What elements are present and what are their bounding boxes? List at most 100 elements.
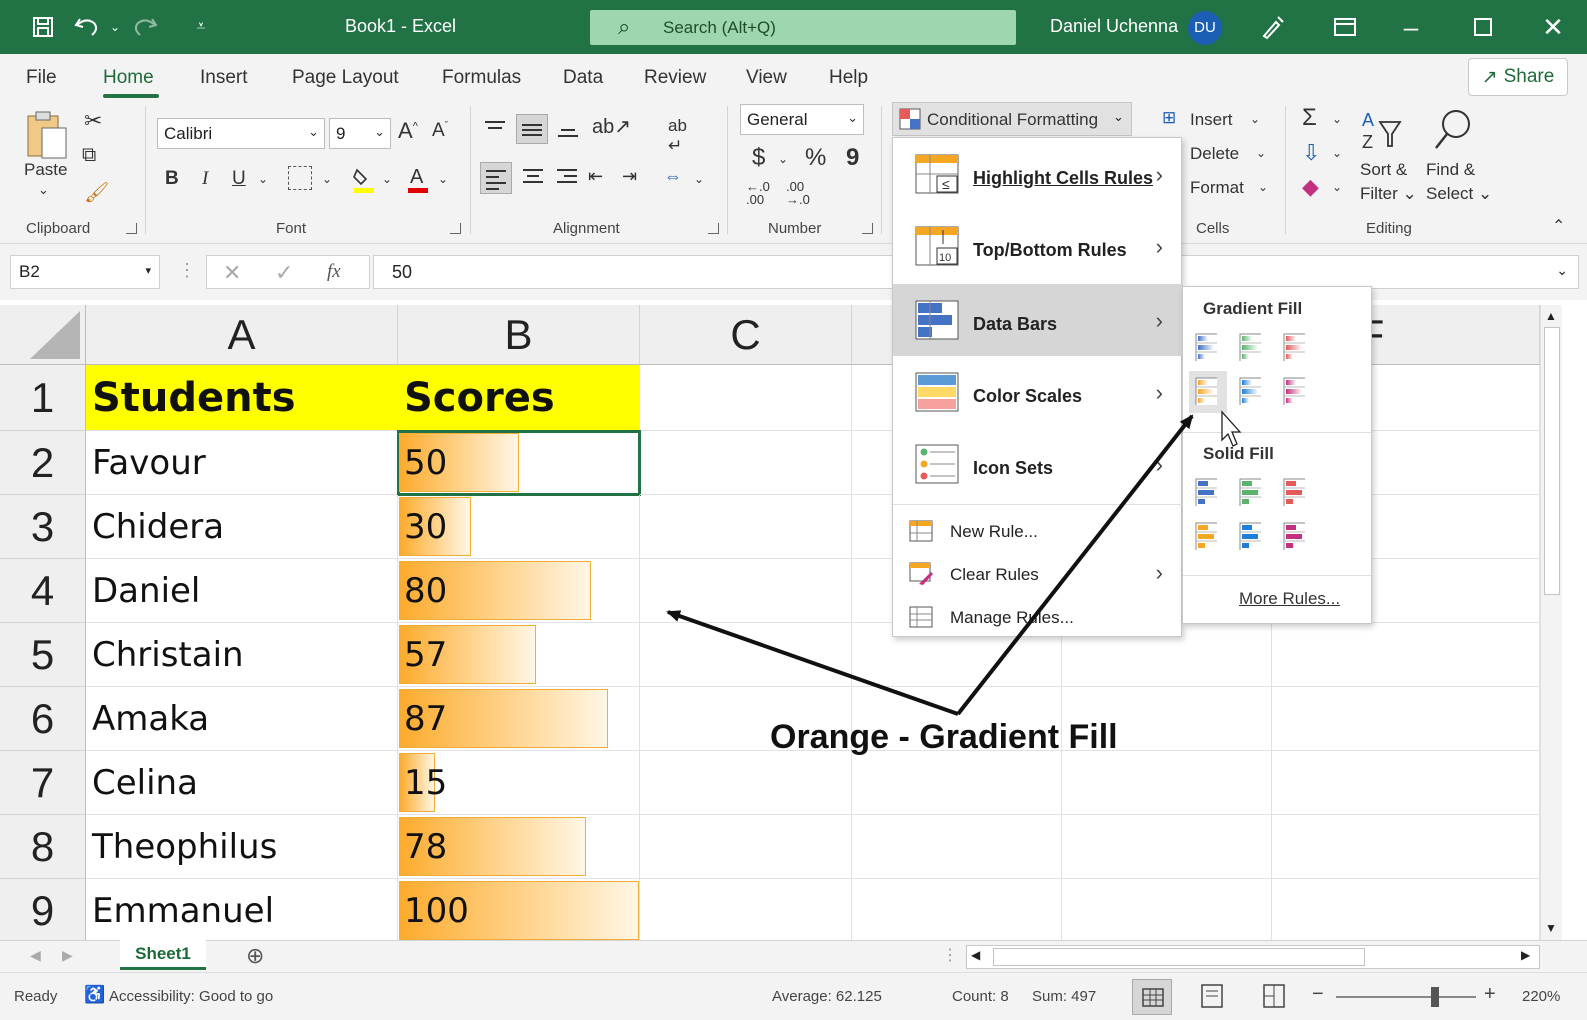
- bold-button[interactable]: B: [165, 168, 179, 190]
- paste-button[interactable]: Paste: [24, 160, 67, 180]
- table-cell[interactable]: [640, 495, 852, 559]
- tab-view[interactable]: View: [746, 67, 787, 89]
- grow-font-icon[interactable]: A^: [398, 118, 418, 144]
- row-header[interactable]: 8: [0, 815, 86, 879]
- column-header-b[interactable]: B: [398, 305, 640, 365]
- find-select-button-line2[interactable]: Select ⌄: [1426, 184, 1492, 204]
- italic-button[interactable]: I: [202, 168, 208, 190]
- save-icon[interactable]: [28, 12, 58, 42]
- row-header[interactable]: 5: [0, 623, 86, 687]
- tab-home[interactable]: Home: [103, 67, 154, 89]
- undo-icon[interactable]: [72, 12, 102, 42]
- fill-dropdown-icon[interactable]: ⌄: [1332, 146, 1342, 160]
- table-cell[interactable]: [852, 879, 1062, 940]
- row-header[interactable]: 3: [0, 495, 86, 559]
- currency-icon[interactable]: $: [752, 144, 765, 172]
- table-cell[interactable]: [1272, 879, 1540, 940]
- table-cell[interactable]: [1272, 751, 1540, 815]
- cell-b1-header[interactable]: Scores: [398, 365, 640, 431]
- score-cell[interactable]: 100: [398, 879, 640, 940]
- sheet-tab-sheet1[interactable]: Sheet1: [120, 940, 206, 970]
- customize-toolbar-icon[interactable]: ⩡: [186, 12, 216, 42]
- student-cell[interactable]: Amaka: [86, 687, 398, 751]
- solid-data-bar-option[interactable]: [1283, 522, 1305, 550]
- close-icon[interactable]: ✕: [1538, 12, 1568, 42]
- font-name-combo[interactable]: Calibri ⌄: [157, 118, 325, 149]
- insert-dropdown-icon[interactable]: ⌄: [1250, 112, 1260, 126]
- increase-indent-icon[interactable]: ⇥: [622, 166, 637, 187]
- student-cell[interactable]: Christain: [86, 623, 398, 687]
- next-sheet-icon[interactable]: ▶: [62, 947, 73, 964]
- autosum-icon[interactable]: Σ: [1302, 104, 1317, 132]
- column-header-a[interactable]: A: [86, 305, 398, 365]
- menu-item-highlight-cells-rules[interactable]: ≤ Highlight Cells Rules ›: [893, 138, 1183, 210]
- gradient-data-bar-option[interactable]: [1283, 377, 1305, 405]
- scroll-left-icon[interactable]: ◀: [971, 948, 980, 962]
- table-cell[interactable]: [640, 751, 852, 815]
- insert-function-icon[interactable]: fx: [327, 261, 341, 283]
- insert-cells-icon[interactable]: ⊞: [1162, 108, 1176, 128]
- delete-dropdown-icon[interactable]: ⌄: [1256, 146, 1266, 160]
- maximize-icon[interactable]: [1468, 12, 1498, 42]
- status-accessibility[interactable]: Accessibility: Good to go: [109, 988, 273, 1005]
- fill-icon[interactable]: ⇩: [1302, 140, 1320, 166]
- undo-dropdown-icon[interactable]: ⌄: [100, 12, 130, 42]
- table-cell[interactable]: [1272, 687, 1540, 751]
- student-cell[interactable]: Celina: [86, 751, 398, 815]
- fill-color-icon[interactable]: [352, 164, 376, 194]
- decrease-decimal-icon[interactable]: .00 →.0: [786, 180, 810, 206]
- cut-icon[interactable]: ✂: [84, 108, 102, 134]
- wrap-text-icon[interactable]: ab ↵: [668, 116, 687, 156]
- zoom-in-icon[interactable]: +: [1484, 983, 1496, 1006]
- menu-item-manage-rules[interactable]: Manage Rules...: [893, 596, 1183, 638]
- table-cell[interactable]: [640, 815, 852, 879]
- merge-center-icon[interactable]: ⇔: [664, 166, 682, 187]
- row-header[interactable]: 6: [0, 687, 86, 751]
- align-right-icon[interactable]: [554, 164, 580, 190]
- cancel-icon[interactable]: ✕: [223, 260, 241, 286]
- table-cell[interactable]: [1272, 623, 1540, 687]
- decrease-indent-icon[interactable]: ⇤: [588, 166, 603, 187]
- zoom-level[interactable]: 220%: [1522, 988, 1560, 1005]
- vertical-scroll-thumb[interactable]: [1544, 327, 1560, 595]
- zoom-out-icon[interactable]: −: [1312, 983, 1324, 1006]
- search-box[interactable]: ⌕ Search (Alt+Q): [590, 10, 1016, 45]
- prev-sheet-icon[interactable]: ◀: [30, 947, 41, 964]
- insert-cells-button[interactable]: Insert: [1190, 110, 1233, 130]
- table-cell[interactable]: [852, 815, 1062, 879]
- tab-file[interactable]: File: [26, 67, 57, 89]
- score-cell[interactable]: 50: [397, 430, 641, 496]
- scroll-right-icon[interactable]: ▶: [1521, 948, 1530, 962]
- menu-item-data-bars[interactable]: Data Bars ›: [893, 284, 1183, 356]
- merge-dropdown-icon[interactable]: ⌄: [694, 172, 704, 186]
- gradient-data-bar-option[interactable]: [1195, 333, 1217, 361]
- row-header[interactable]: 2: [0, 431, 86, 495]
- horizontal-scrollbar[interactable]: ◀ ▶: [966, 945, 1540, 969]
- cell-a1-header[interactable]: Students: [86, 365, 398, 431]
- avatar[interactable]: DU: [1188, 11, 1222, 45]
- font-launcher-icon[interactable]: [450, 223, 461, 234]
- zoom-slider[interactable]: [1336, 996, 1476, 998]
- format-cells-button[interactable]: Format: [1190, 178, 1244, 198]
- conditional-formatting-button[interactable]: Conditional Formatting ⌄: [892, 102, 1132, 136]
- row-header[interactable]: 7: [0, 751, 86, 815]
- horizontal-scroll-thumb[interactable]: [993, 948, 1365, 966]
- table-cell[interactable]: [640, 431, 852, 495]
- enter-icon[interactable]: ✓: [275, 260, 293, 286]
- menu-item-new-rule[interactable]: New Rule...: [893, 510, 1183, 552]
- pen-icon[interactable]: [1258, 12, 1288, 42]
- zoom-slider-thumb[interactable]: [1431, 987, 1439, 1007]
- status-count[interactable]: Count: 8: [952, 988, 1009, 1005]
- font-color-icon[interactable]: A: [406, 164, 430, 194]
- comma-style-icon[interactable]: 9: [846, 144, 859, 172]
- currency-dropdown-icon[interactable]: ⌄: [778, 152, 788, 166]
- score-cell[interactable]: 57: [398, 623, 640, 687]
- paste-dropdown-icon[interactable]: ⌄: [38, 182, 49, 198]
- autosum-dropdown-icon[interactable]: ⌄: [1332, 112, 1342, 126]
- gradient-data-bar-option[interactable]: [1239, 377, 1261, 405]
- scroll-down-icon[interactable]: ▼: [1545, 921, 1557, 935]
- scroll-up-icon[interactable]: ▲: [1545, 309, 1557, 323]
- menu-item-icon-sets[interactable]: Icon Sets ›: [893, 428, 1183, 500]
- align-top-icon[interactable]: [483, 116, 507, 140]
- sort-filter-button-line2[interactable]: Filter ⌄: [1360, 184, 1417, 204]
